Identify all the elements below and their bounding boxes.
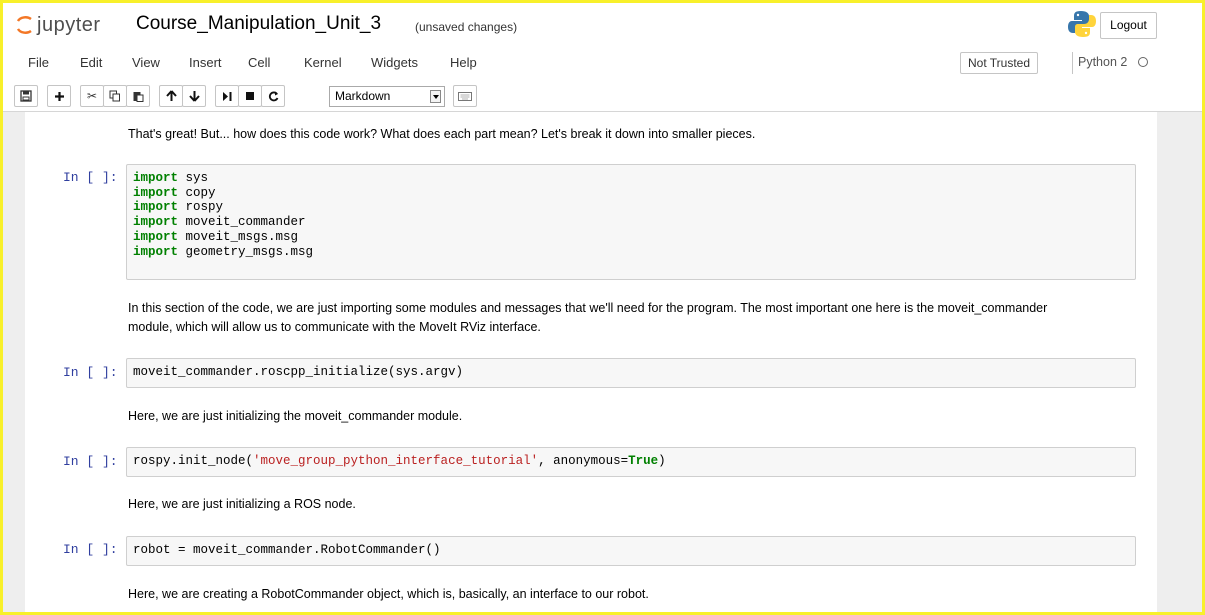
python-logo-icon [1068,11,1096,37]
code-cell-roscpp-initialize[interactable]: moveit_commander.roscpp_initialize(sys.a… [126,358,1136,388]
add-cell-button[interactable] [47,85,71,107]
stop-button[interactable] [238,85,262,107]
markdown-cell-ros-node-explained[interactable]: Here, we are just initializing a ROS nod… [128,495,1088,514]
code-line: import moveit_commander [133,215,306,230]
jupyter-logo-icon [17,16,32,34]
paste-icon [133,92,144,102]
move-down-button[interactable] [182,85,206,107]
jupyter-logo-text: jupyter [37,13,101,36]
copy-icon [109,90,120,102]
run-button[interactable] [215,85,239,107]
save-button[interactable] [14,85,38,107]
stop-icon [246,92,254,100]
notebook-title[interactable]: Course_Manipulation_Unit_3 [136,13,381,35]
input-prompt: In [ ]: [63,365,118,380]
code-keyword: True [628,454,659,468]
menu-kernel[interactable]: Kernel [304,55,342,70]
toolbar: ✂ Markdown [3,85,1202,109]
code-string: 'move_group_python_interface_tutorial' [253,454,539,468]
restart-button[interactable] [261,85,285,107]
menu-file[interactable]: File [28,55,49,70]
menu-widgets[interactable]: Widgets [371,55,418,70]
code-cell-init-node[interactable]: rospy.init_node('move_group_python_inter… [126,447,1136,477]
scrollbar-track[interactable] [1157,112,1202,612]
jupyter-logo[interactable]: jupyter [17,11,101,39]
save-status: (unsaved changes) [415,20,518,34]
menu-help[interactable]: Help [450,55,477,70]
keyboard-icon [458,91,472,101]
command-palette-button[interactable] [453,85,477,107]
copy-button[interactable] [103,85,127,107]
input-prompt: In [ ]: [63,170,118,185]
code-cell-robot-commander[interactable]: robot = moveit_commander.RobotCommander(… [126,536,1136,566]
menu-edit[interactable]: Edit [80,55,102,70]
kernel-name[interactable]: Python 2 [1078,55,1127,69]
cut-button[interactable]: ✂ [80,85,104,107]
kernel-divider [1072,52,1073,74]
move-down-icon [188,91,200,102]
menu-insert[interactable]: Insert [189,55,222,70]
code-line: import geometry_msgs.msg [133,244,314,259]
paste-button[interactable] [126,85,150,107]
move-up-icon [165,90,177,101]
markdown-cell-imports-explained[interactable]: In this section of the code, we are just… [128,299,1088,337]
screenshot-frame: jupyter Course_Manipulation_Unit_3 (unsa… [0,0,1205,615]
kernel-status-icon [1138,57,1148,67]
code-cell-imports[interactable]: import sys import copy import rospy impo… [126,164,1136,280]
cell-type-select[interactable]: Markdown [329,86,445,107]
markdown-cell-initialize-explained[interactable]: Here, we are just initializing the movei… [128,407,1088,426]
markdown-cell-robot-commander-explained[interactable]: Here, we are creating a RobotCommander o… [128,585,1088,604]
code-line: import moveit_msgs.msg [133,229,299,244]
save-icon [20,90,32,102]
chevron-down-icon [430,90,441,103]
menu-cell[interactable]: Cell [248,55,270,70]
cut-icon: ✂ [86,89,98,103]
code-line: import rospy [133,200,224,215]
restart-icon [268,91,278,101]
cell-type-value: Markdown [335,89,391,103]
notebook-header: jupyter Course_Manipulation_Unit_3 (unsa… [3,3,1202,112]
code-line: import sys [133,171,209,185]
notebook-container: That's great! But... how does this code … [25,112,1157,612]
trust-button[interactable]: Not Trusted [960,52,1038,74]
logout-button[interactable]: Logout [1100,12,1157,39]
move-up-button[interactable] [159,85,183,107]
run-icon [222,91,231,101]
code-line: import copy [133,185,216,200]
markdown-cell-intro[interactable]: That's great! But... how does this code … [128,125,1088,144]
menu-view[interactable]: View [132,55,160,70]
input-prompt: In [ ]: [63,454,118,469]
add-cell-icon [54,91,64,101]
input-prompt: In [ ]: [63,542,118,557]
